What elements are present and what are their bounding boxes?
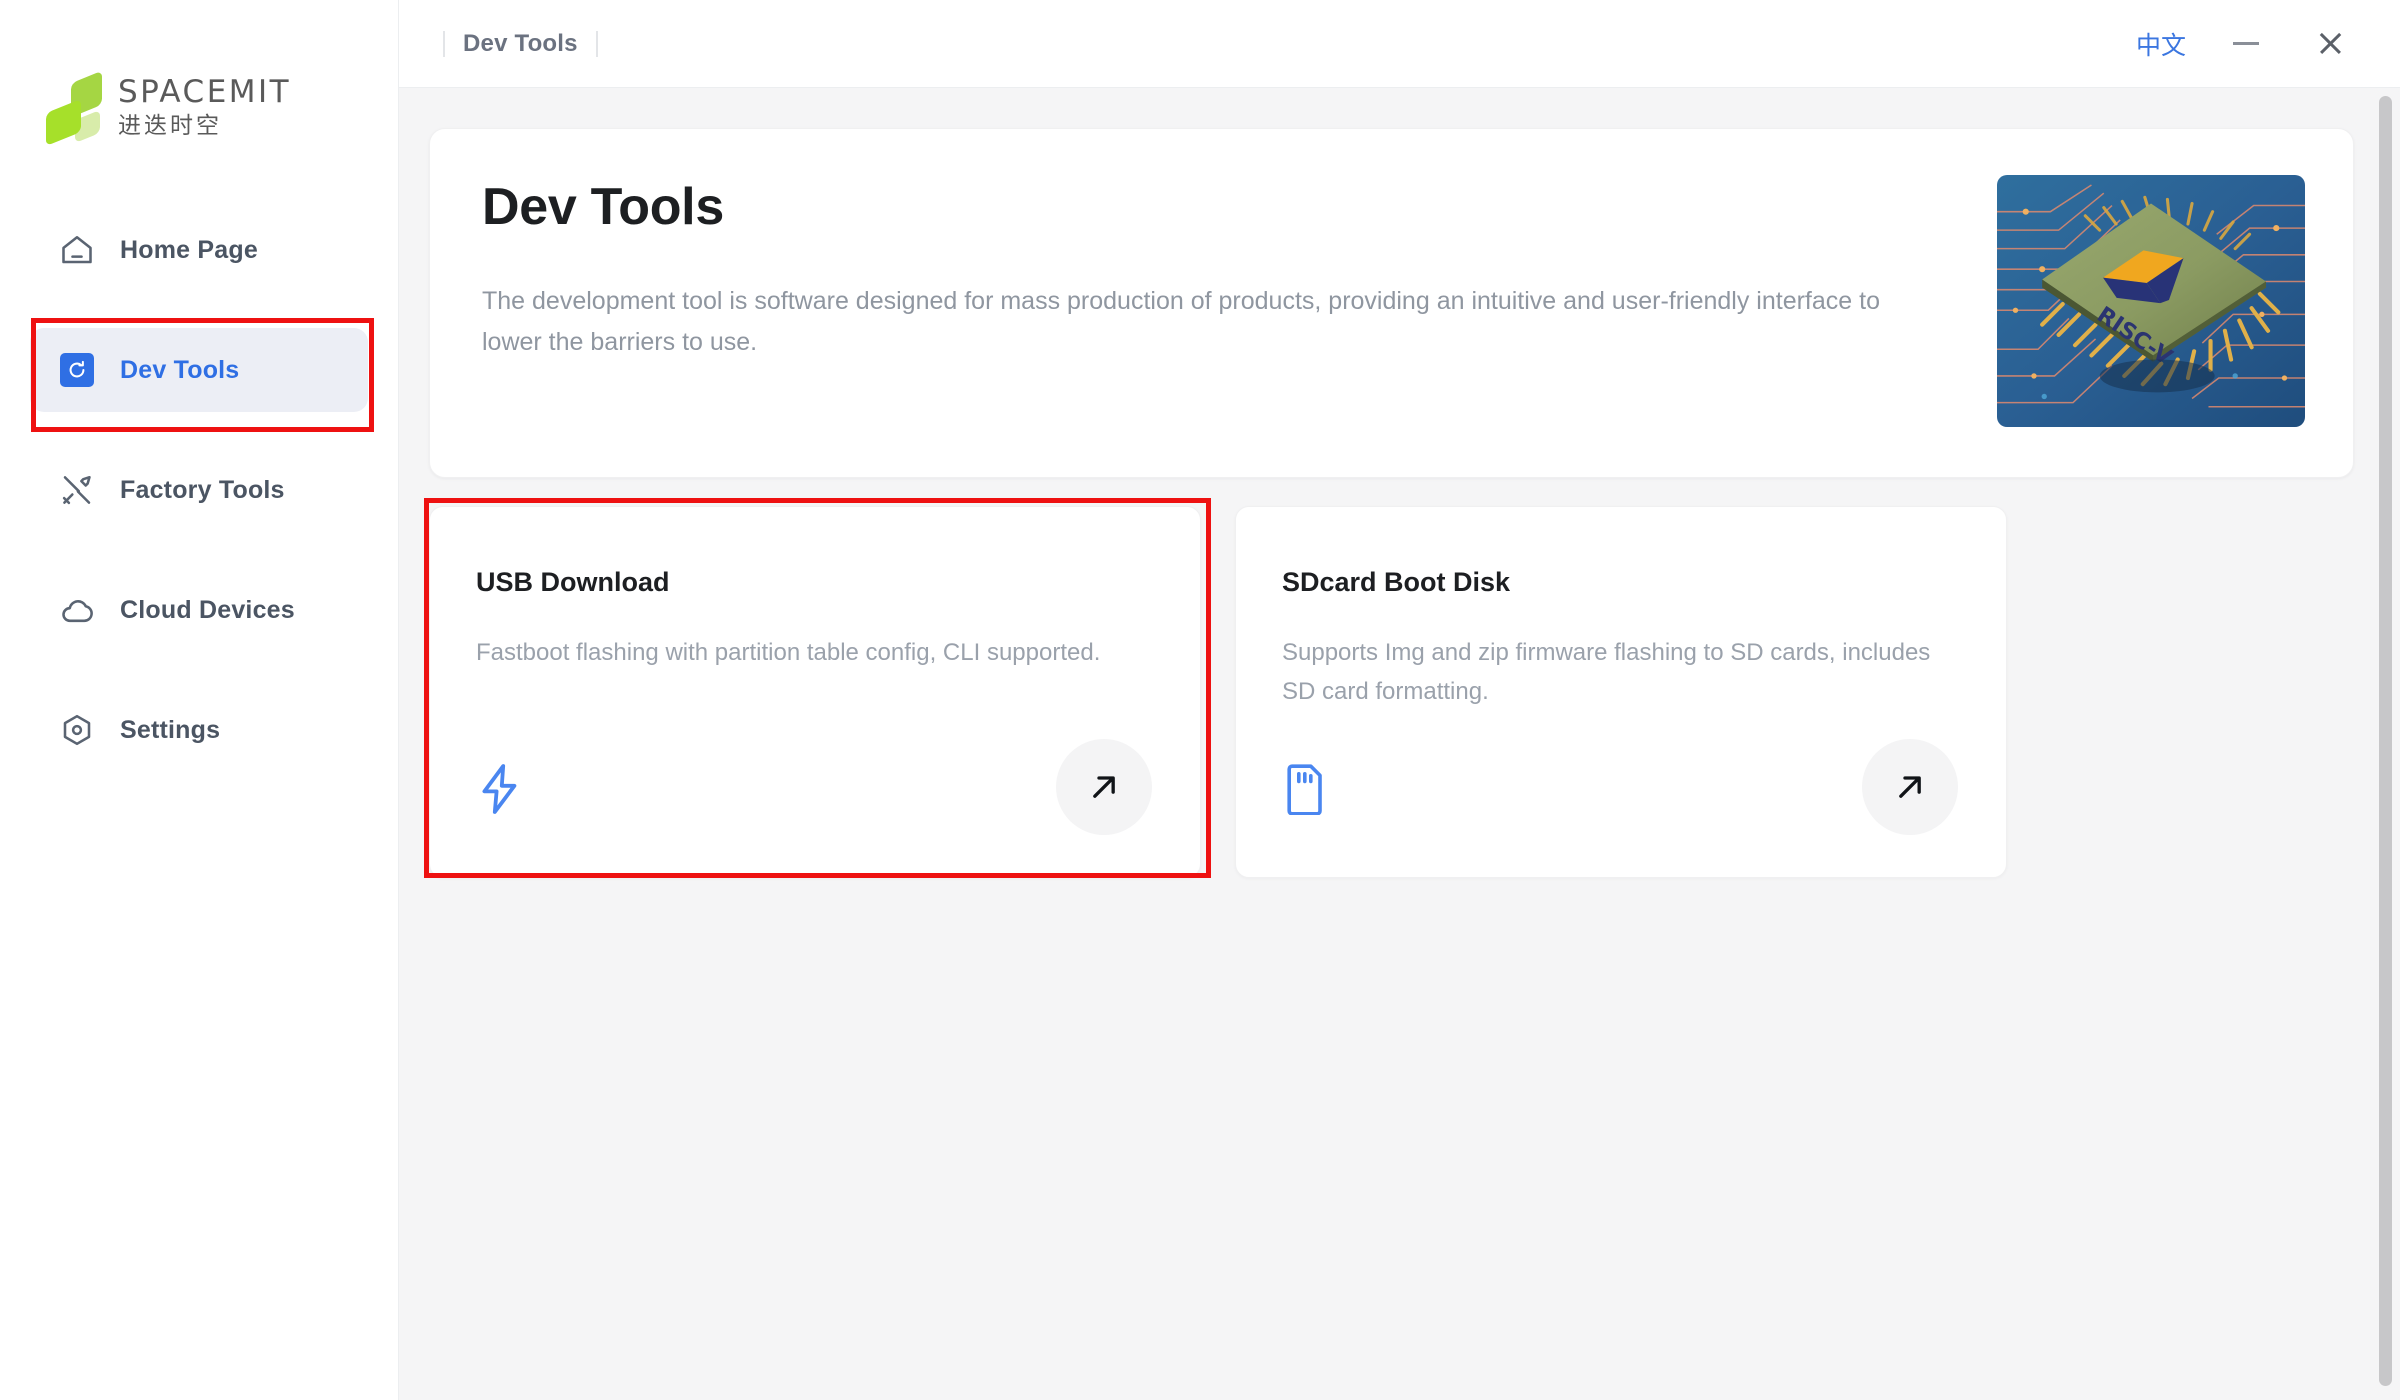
spacemit-logo-icon (46, 70, 102, 147)
title-bar: Dev Tools 中文 (399, 0, 2400, 88)
main-area: Dev Tools 中文 Dev Tools The development t… (399, 0, 2400, 1400)
refresh-badge-icon (58, 351, 96, 389)
brand-wordmark: SPACEMIT (118, 73, 292, 110)
sd-card-icon (1282, 763, 1330, 816)
close-icon (2317, 30, 2344, 57)
card-usb-download[interactable]: USB Download Fastboot flashing with part… (429, 506, 1201, 878)
breadcrumb-divider-right (595, 30, 598, 57)
sidebar-item-label: Cloud Devices (120, 595, 295, 624)
app-window: SPACEMIT 进迭时空 Home Page Dev Tools Factor… (0, 0, 2400, 1400)
home-icon (58, 231, 96, 269)
language-toggle[interactable]: 中文 (2118, 26, 2204, 62)
window-controls: 中文 (2118, 14, 2372, 74)
content-scroll-area: Dev Tools The development tool is softwa… (399, 88, 2400, 1400)
sidebar-item-settings[interactable]: Settings (30, 688, 368, 772)
sidebar-item-label: Home Page (120, 235, 258, 264)
hero-card: Dev Tools The development tool is softwa… (429, 128, 2354, 478)
sidebar-item-label: Settings (120, 715, 221, 744)
sidebar: SPACEMIT 进迭时空 Home Page Dev Tools Factor… (0, 0, 399, 1400)
card-sdcard-boot-disk[interactable]: SDcard Boot Disk Supports Img and zip fi… (1235, 506, 2007, 878)
minimize-button[interactable] (2204, 14, 2288, 74)
sidebar-nav: Home Page Dev Tools Factory Tools Cloud … (0, 208, 398, 772)
card-title: SDcard Boot Disk (1282, 567, 1511, 597)
sidebar-item-label: Factory Tools (120, 475, 285, 504)
card-description: Fastboot flashing with partition table c… (476, 639, 1101, 666)
breadcrumb: Dev Tools (443, 30, 598, 58)
gear-hex-icon (58, 711, 96, 749)
brand-logo: SPACEMIT 进迭时空 (0, 0, 398, 150)
tools-icon (58, 471, 96, 509)
lightning-bolt-icon (476, 763, 524, 815)
open-sdcard-boot-disk-button[interactable] (1862, 739, 1958, 835)
card-title: USB Download (476, 567, 670, 597)
brand-subtitle: 进迭时空 (118, 112, 222, 139)
sidebar-item-factory-tools[interactable]: Factory Tools (30, 448, 368, 532)
sidebar-item-home-page[interactable]: Home Page (30, 208, 368, 292)
risc-v-chip-illustration: RISC-V (1997, 175, 2305, 427)
open-usb-download-button[interactable] (1056, 739, 1152, 835)
tool-card-list: USB Download Fastboot flashing with part… (429, 506, 2354, 878)
page-description: The development tool is software designe… (482, 287, 1880, 356)
card-description: Supports Img and zip firmware flashing t… (1282, 639, 1931, 705)
open-arrow-icon (1899, 776, 1921, 798)
vertical-scrollbar-thumb[interactable] (2379, 96, 2392, 1386)
cloud-icon (58, 591, 96, 629)
close-button[interactable] (2288, 14, 2372, 74)
sidebar-item-dev-tools[interactable]: Dev Tools (30, 328, 368, 412)
breadcrumb-divider-left (443, 30, 445, 57)
sidebar-item-cloud-devices[interactable]: Cloud Devices (30, 568, 368, 652)
open-arrow-icon (1093, 776, 1115, 798)
sidebar-item-label: Dev Tools (120, 355, 240, 384)
minimize-icon (2233, 42, 2259, 45)
breadcrumb-label: Dev Tools (463, 29, 578, 57)
